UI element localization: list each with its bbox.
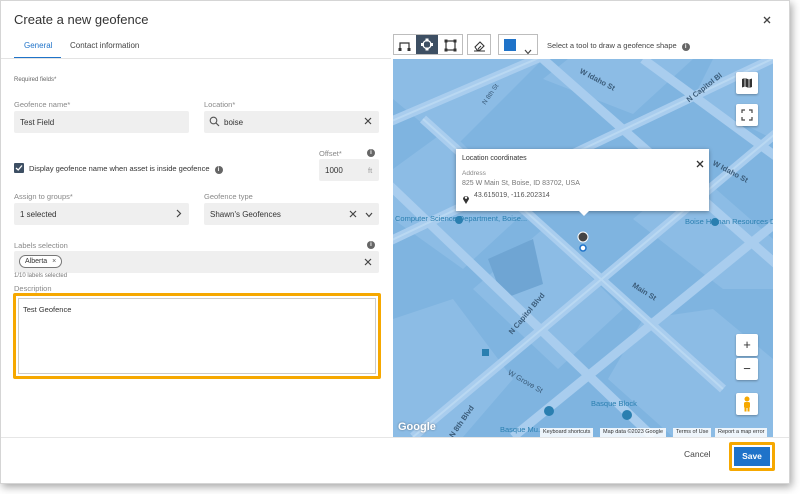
popup-title: Location coordinates	[462, 155, 527, 162]
remove-chip-icon[interactable]: ×	[52, 258, 56, 265]
clear-labels-icon[interactable]	[364, 258, 372, 268]
tabs-divider	[1, 58, 391, 59]
zoom-in-button[interactable]: +	[736, 334, 758, 356]
zoom-out-button[interactable]: −	[736, 358, 758, 380]
map-data-attribution: Map data ©2023 Google	[600, 428, 667, 437]
eraser-icon	[473, 39, 486, 57]
location-popup: Location coordinates Address 825 W Main …	[456, 149, 709, 216]
description-label: Description	[14, 284, 52, 293]
plus-icon: +	[743, 337, 751, 352]
tab-bar: General Contact information	[14, 35, 384, 59]
close-icon[interactable]	[761, 13, 773, 25]
geofence-name-value: Test Field	[20, 118, 55, 127]
offset-unit: ft	[368, 166, 373, 175]
footer-divider	[1, 437, 789, 438]
clear-location-icon[interactable]	[364, 117, 372, 128]
labels-count-note: 1/10 labels selected	[14, 273, 68, 279]
google-logo: Google	[398, 421, 436, 433]
labels-selection-label: Labels selection	[14, 241, 68, 250]
assign-groups-select[interactable]: 1 selected	[14, 203, 189, 225]
required-fields-note: Required fields*	[14, 77, 57, 83]
offset-input[interactable]: 1000 ft	[319, 159, 379, 181]
offset-value: 1000	[325, 166, 343, 175]
geofence-type-value: Shawn's Geofences	[210, 210, 281, 219]
map-canvas[interactable]: W Idaho St N Capitol Bl N 8th St W Idaho…	[393, 59, 773, 437]
geofence-name-input[interactable]: Test Field	[14, 111, 189, 133]
polyline-tool-icon[interactable]	[398, 39, 411, 57]
map-icon	[741, 77, 753, 92]
popup-pointer	[577, 209, 591, 216]
close-popup-icon[interactable]	[696, 155, 704, 173]
street-view-button[interactable]	[736, 393, 758, 415]
shape-tool-group	[393, 34, 463, 55]
pegman-icon	[742, 396, 752, 415]
chevron-right-icon	[175, 209, 182, 220]
poi-label: Basque Block	[591, 399, 637, 408]
minus-icon: −	[743, 361, 751, 376]
cancel-button[interactable]: Cancel	[684, 449, 710, 459]
create-geofence-dialog: Create a new geofence General Contact in…	[0, 0, 790, 484]
description-textarea[interactable]: Test Geofence	[18, 298, 376, 374]
address-value: 825 W Main St, Boise, ID 83702, USA	[462, 180, 580, 187]
coordinates-value: 43.615019, -116.202314	[474, 192, 550, 199]
save-button[interactable]: Save	[734, 447, 770, 466]
geofence-type-label: Geofence type	[204, 192, 253, 201]
description-highlight: Test Geofence	[13, 293, 381, 379]
poi-label: Basque Mu...	[500, 425, 545, 434]
rectangle-tool-icon[interactable]	[444, 39, 457, 57]
description-value: Test Geofence	[23, 305, 72, 314]
chevron-down-icon[interactable]	[365, 211, 373, 220]
tab-contact-information[interactable]: Contact information	[70, 41, 139, 50]
label-chip[interactable]: Alberta ×	[19, 255, 63, 268]
poi-label: Boise Human Resources Department	[685, 217, 773, 226]
color-swatch	[504, 39, 516, 51]
geofence-name-label: Geofence name*	[14, 100, 71, 109]
map-type-button[interactable]	[736, 72, 758, 94]
offset-label: Offset*	[319, 149, 342, 158]
labels-info-icon[interactable]: i	[367, 241, 375, 249]
report-map-error-link[interactable]: Report a map error	[715, 428, 768, 437]
address-label: Address	[462, 170, 486, 177]
terms-of-use-link[interactable]: Terms of Use	[673, 428, 712, 437]
save-highlight: Save	[729, 442, 775, 471]
offset-info-icon[interactable]: i	[367, 149, 375, 157]
assign-groups-label: Assign to groups*	[14, 192, 73, 201]
poi-label: Computer Science Department, Boise...	[395, 214, 528, 223]
dialog-title: Create a new geofence	[14, 12, 149, 27]
display-name-checkbox[interactable]	[14, 163, 24, 173]
tool-hint-info-icon[interactable]: i	[681, 43, 690, 51]
fullscreen-icon	[741, 109, 753, 124]
tool-hint: Select a tool to draw a geofence shape i	[547, 41, 690, 51]
location-input[interactable]: boise	[204, 111, 379, 133]
labels-selection-input[interactable]	[14, 251, 379, 273]
display-name-checkbox-label: Display geofence name when asset is insi…	[29, 164, 223, 174]
geofence-type-select[interactable]: Shawn's Geofences	[204, 203, 379, 225]
keyboard-shortcuts-link[interactable]: Keyboard shortcuts	[540, 428, 594, 437]
color-picker-button[interactable]	[498, 34, 538, 55]
assign-groups-value: 1 selected	[20, 210, 57, 219]
clear-type-icon[interactable]	[349, 210, 357, 220]
search-icon	[209, 116, 220, 129]
display-name-info-icon[interactable]: i	[214, 166, 223, 174]
location-label: Location*	[204, 100, 236, 109]
circle-tool-icon[interactable]	[416, 35, 438, 54]
location-value: boise	[224, 118, 244, 127]
location-pin-icon	[462, 191, 470, 209]
eraser-button[interactable]	[467, 34, 491, 55]
chevron-down-icon	[524, 42, 532, 60]
tab-general[interactable]: General	[24, 41, 52, 50]
fullscreen-button[interactable]	[736, 104, 758, 126]
